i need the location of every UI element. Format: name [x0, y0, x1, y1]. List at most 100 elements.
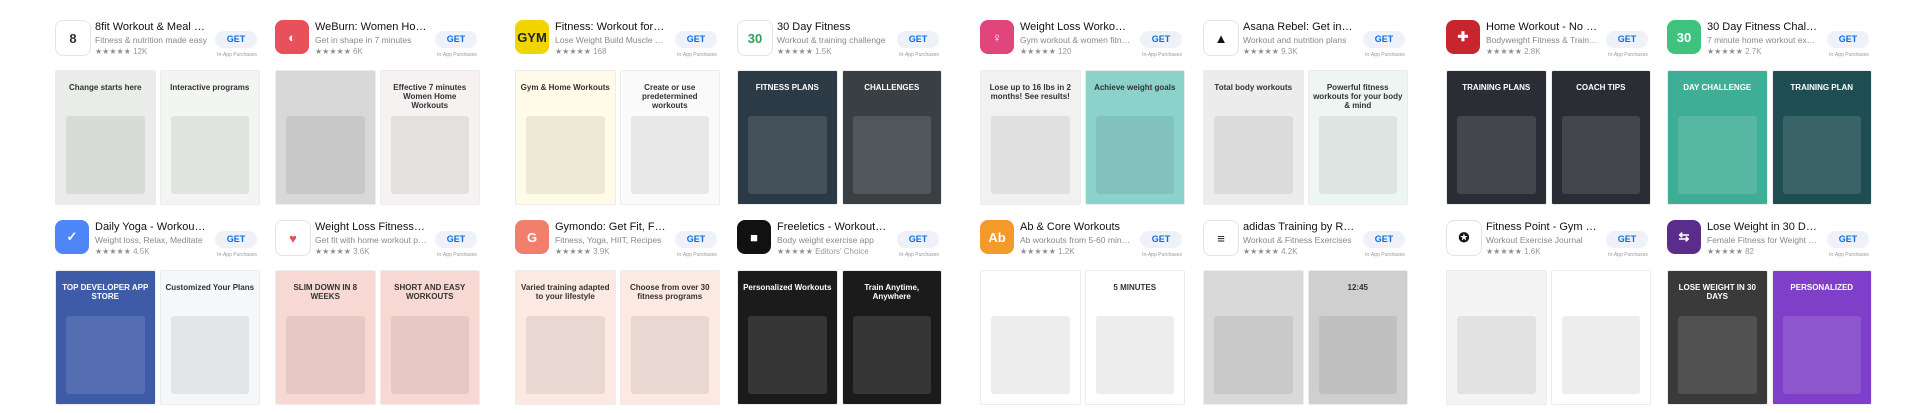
- screenshot[interactable]: Powerful fitness workouts for your body …: [1307, 70, 1408, 205]
- screenshot[interactable]: SHORT AND EASY WORKOUTS: [379, 270, 480, 405]
- app-icon[interactable]: GYM: [515, 20, 549, 54]
- app-title[interactable]: Weight Loss Workouts for...: [1020, 21, 1132, 33]
- get-button[interactable]: GET: [215, 231, 257, 248]
- screenshot-content: [1782, 116, 1861, 194]
- screenshot[interactable]: Effective 7 minutes Women Home Workouts: [379, 70, 480, 205]
- app-icon[interactable]: 30: [1667, 20, 1701, 54]
- app-icon[interactable]: ♥: [275, 220, 311, 256]
- app-card[interactable]: GYM Fitness: Workout for Gym|... Lose We…: [515, 20, 720, 210]
- get-button[interactable]: GET: [1140, 231, 1182, 248]
- get-button[interactable]: GET: [1363, 31, 1405, 48]
- screenshot[interactable]: CHALLENGES: [841, 70, 942, 205]
- screenshot[interactable]: Lose up to 16 lbs in 2 months! See resul…: [980, 70, 1081, 205]
- app-card[interactable]: ✚ Home Workout - No Equi... Bodyweight F…: [1446, 20, 1651, 210]
- screenshot[interactable]: Interactive programs: [159, 70, 260, 205]
- screenshot[interactable]: FITNESS PLANS: [737, 70, 838, 205]
- app-title[interactable]: Lose Weight in 30 Days: [1707, 221, 1819, 233]
- app-title[interactable]: Fitness Point - Gym Buddy: [1486, 221, 1598, 233]
- get-button[interactable]: GET: [1606, 231, 1648, 248]
- app-title[interactable]: Fitness: Workout for Gym|...: [555, 21, 667, 33]
- screenshot[interactable]: COACH TIPS: [1550, 70, 1651, 205]
- app-icon[interactable]: ✚: [1446, 20, 1480, 54]
- screenshot[interactable]: Total body workouts: [1203, 70, 1304, 205]
- app-icon[interactable]: 8: [55, 20, 91, 56]
- app-card[interactable]: ⇆ Lose Weight in 30 Days Female Fitness …: [1667, 220, 1872, 410]
- get-button[interactable]: GET: [435, 231, 477, 248]
- app-title[interactable]: 30 Day Fitness: [777, 21, 889, 33]
- app-card[interactable]: G Gymondo: Get Fit, Feel H... Fitness, Y…: [515, 220, 720, 410]
- app-icon[interactable]: ✓: [55, 220, 89, 254]
- app-title[interactable]: Asana Rebel: Get in Shape: [1243, 21, 1355, 33]
- screenshot[interactable]: TRAINING PLANS: [1446, 70, 1547, 205]
- app-card[interactable]: ♥ Weight Loss Fitness by Ve... Get fit w…: [275, 220, 480, 410]
- screenshot[interactable]: [275, 70, 376, 205]
- app-icon[interactable]: 30: [737, 20, 773, 56]
- app-title[interactable]: 8fit Workout & Meal Plann...: [95, 21, 207, 33]
- app-title[interactable]: Freeletics - Workout & Fit...: [777, 221, 889, 233]
- app-icon[interactable]: Ab: [980, 220, 1014, 254]
- screenshot[interactable]: Gym & Home Workouts: [515, 70, 616, 205]
- app-card[interactable]: Ab Ab & Core Workouts Ab workouts from 5…: [980, 220, 1185, 410]
- app-card[interactable]: 30 30 Day Fitness Challenge... 7 minute …: [1667, 20, 1872, 210]
- app-title[interactable]: Weight Loss Fitness by Ve...: [315, 221, 427, 233]
- screenshot[interactable]: Choose from over 30 fitness programs: [619, 270, 720, 405]
- app-card[interactable]: 30 30 Day Fitness Workout & training cha…: [737, 20, 942, 210]
- screenshot[interactable]: Change starts here: [55, 70, 156, 205]
- screenshot[interactable]: TOP DEVELOPER APP STORE: [55, 270, 156, 405]
- app-card[interactable]: ≡ adidas Training by Runtas... Workout &…: [1203, 220, 1408, 410]
- screenshot[interactable]: [1446, 270, 1547, 405]
- in-app-purchases-label: In-App Purchases: [899, 52, 939, 58]
- get-button[interactable]: GET: [675, 31, 717, 48]
- app-card[interactable]: ■ Freeletics - Workout & Fit... Body wei…: [737, 220, 942, 410]
- app-title[interactable]: 30 Day Fitness Challenge...: [1707, 21, 1819, 33]
- screenshot[interactable]: 12:45: [1307, 270, 1408, 405]
- app-card[interactable]: ♀ Weight Loss Workouts for... Gym workou…: [980, 20, 1185, 210]
- app-title[interactable]: Ab & Core Workouts: [1020, 221, 1132, 233]
- screenshot[interactable]: [1550, 270, 1651, 405]
- app-icon[interactable]: ♀: [980, 20, 1014, 54]
- app-card[interactable]: ▲ Asana Rebel: Get in Shape Workout and …: [1203, 20, 1408, 210]
- get-button[interactable]: GET: [897, 31, 939, 48]
- app-icon[interactable]: ▲: [1203, 20, 1239, 56]
- screenshot[interactable]: [980, 270, 1081, 405]
- get-button[interactable]: GET: [675, 231, 717, 248]
- screenshot[interactable]: [1203, 270, 1304, 405]
- app-title[interactable]: Gymondo: Get Fit, Feel H...: [555, 221, 667, 233]
- app-title[interactable]: Home Workout - No Equi...: [1486, 21, 1598, 33]
- screenshot[interactable]: PERSONALIZED: [1771, 270, 1872, 405]
- get-button[interactable]: GET: [215, 31, 257, 48]
- app-card[interactable]: ◐ WeBurn: Women Home W... Get in shape i…: [275, 20, 480, 210]
- get-button[interactable]: GET: [1827, 231, 1869, 248]
- screenshot[interactable]: Personalized Workouts: [737, 270, 838, 405]
- app-icon[interactable]: G: [515, 220, 549, 254]
- get-button[interactable]: GET: [897, 231, 939, 248]
- screenshot[interactable]: 5 MINUTES: [1084, 270, 1185, 405]
- app-card[interactable]: ✪ Fitness Point - Gym Buddy Workout Exer…: [1446, 220, 1651, 410]
- app-card[interactable]: ✓ Daily Yoga - Workout & Fi... Weight lo…: [55, 220, 260, 410]
- app-icon[interactable]: ■: [737, 220, 771, 254]
- app-icon[interactable]: ≡: [1203, 220, 1239, 256]
- get-button[interactable]: GET: [1363, 231, 1405, 248]
- app-icon[interactable]: ⇆: [1667, 220, 1701, 254]
- screenshot[interactable]: SLIM DOWN IN 8 WEEKS: [275, 270, 376, 405]
- app-icon[interactable]: ◐: [275, 20, 309, 54]
- screenshot[interactable]: LOSE WEIGHT IN 30 DAYS: [1667, 270, 1768, 405]
- screenshot[interactable]: Train Anytime, Anywhere: [841, 270, 942, 405]
- screenshot[interactable]: Customized Your Plans: [159, 270, 260, 405]
- screenshot-content: [390, 316, 469, 394]
- screenshot[interactable]: Achieve weight goals: [1084, 70, 1185, 205]
- screenshot[interactable]: Varied training adapted to your lifestyl…: [515, 270, 616, 405]
- app-title[interactable]: WeBurn: Women Home W...: [315, 21, 427, 33]
- screenshot[interactable]: Create or use predetermined workouts: [619, 70, 720, 205]
- get-button[interactable]: GET: [1606, 31, 1648, 48]
- app-icon[interactable]: ✪: [1446, 220, 1482, 256]
- app-card[interactable]: 8 8fit Workout & Meal Plann... Fitness &…: [55, 20, 260, 210]
- screenshot[interactable]: TRAINING PLAN: [1771, 70, 1872, 205]
- app-title[interactable]: adidas Training by Runtas...: [1243, 221, 1355, 233]
- screenshots: Personalized Workouts Train Anytime, Any…: [737, 270, 942, 405]
- get-button[interactable]: GET: [1827, 31, 1869, 48]
- screenshot[interactable]: DAY CHALLENGE: [1667, 70, 1768, 205]
- app-title[interactable]: Daily Yoga - Workout & Fi...: [95, 221, 207, 233]
- get-button[interactable]: GET: [435, 31, 477, 48]
- get-button[interactable]: GET: [1140, 31, 1182, 48]
